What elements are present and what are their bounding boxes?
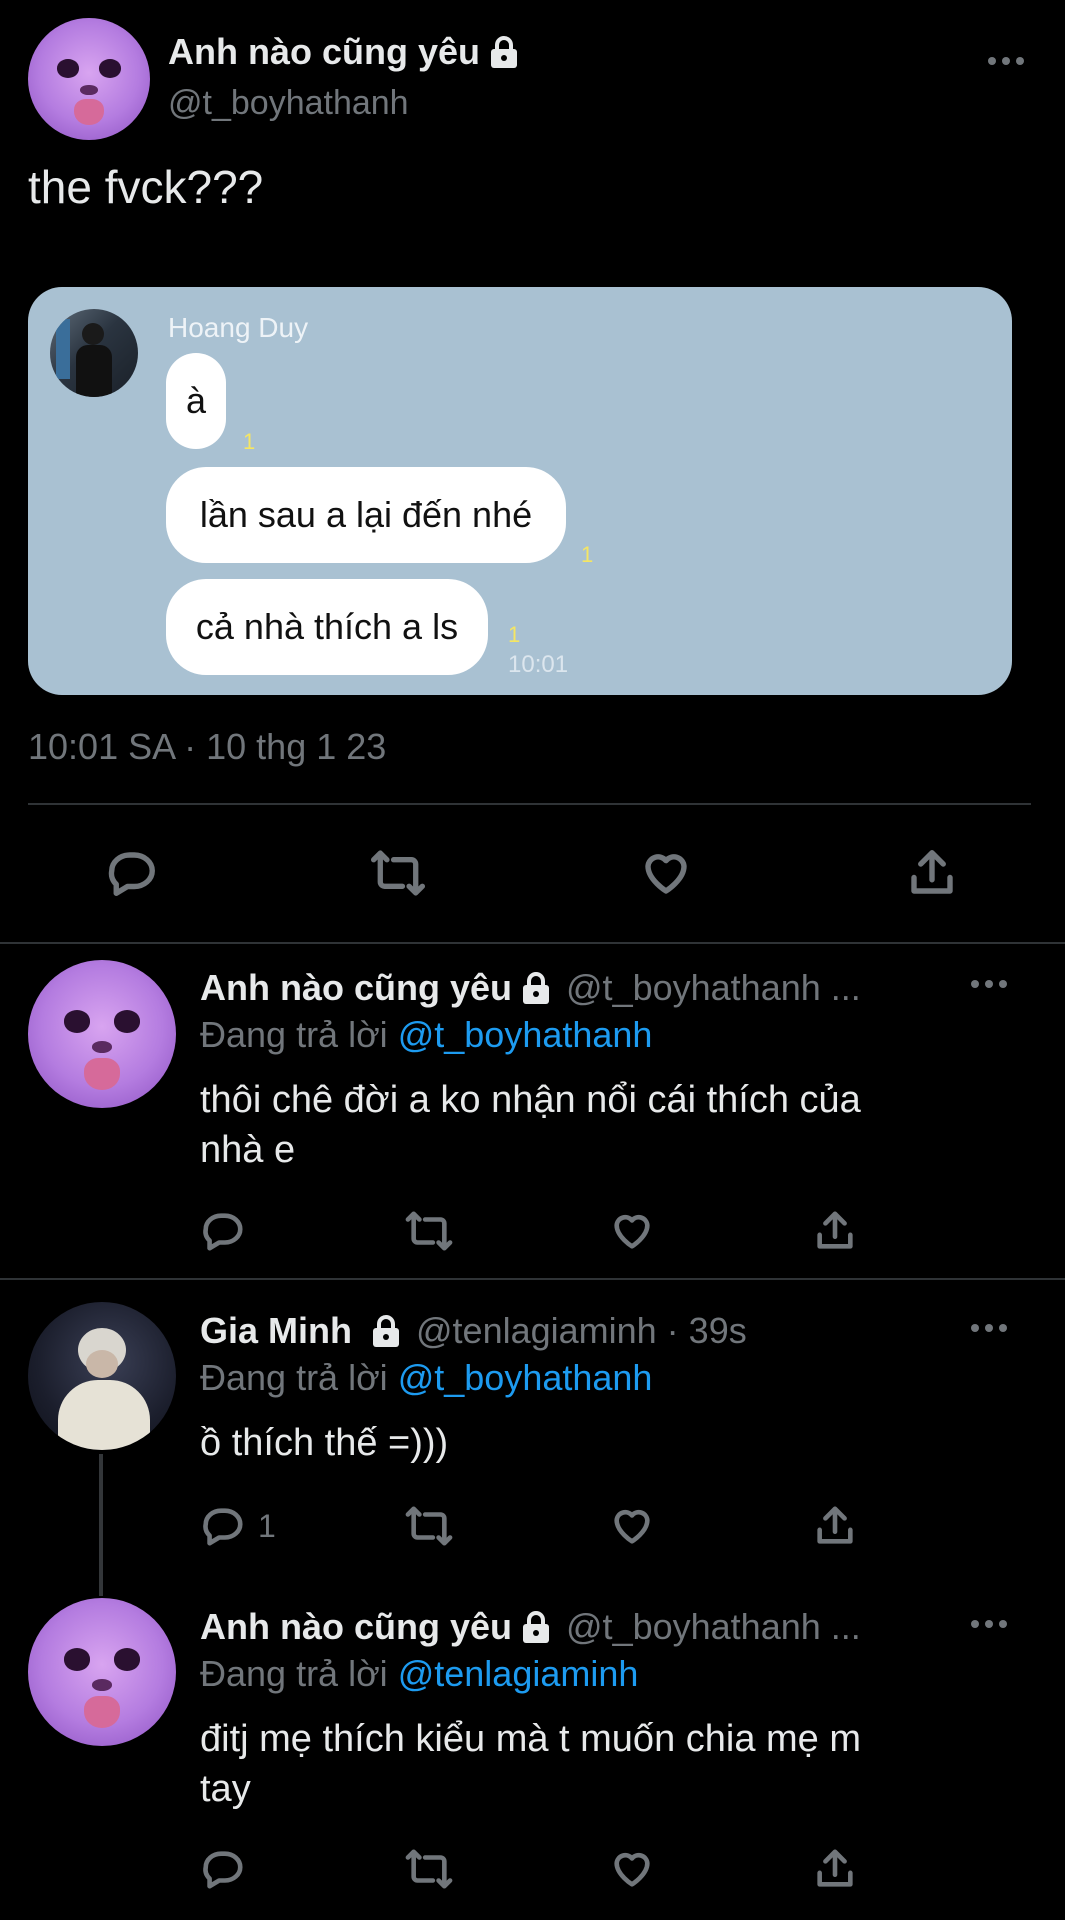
author-meta[interactable]: @t_boyhathanh ... <box>566 967 861 1009</box>
like-icon <box>614 1509 650 1544</box>
more-icon[interactable] <box>970 978 1008 990</box>
mention-link[interactable]: @t_boyhathanh <box>398 1357 653 1398</box>
author-name[interactable]: Anh nào cũng yêu <box>200 1606 512 1648</box>
share-button[interactable] <box>905 846 959 900</box>
share-icon <box>817 1849 853 1887</box>
reply-icon <box>203 1213 243 1251</box>
reply-text-line: tay <box>200 1768 251 1810</box>
mention-link[interactable]: @t_boyhathanh <box>398 1014 653 1055</box>
like-icon <box>614 1214 650 1249</box>
reply-header: Anh nào cũng yêu @t_boyhathanh ... <box>200 966 960 1010</box>
sender-name: Hoang Duy <box>168 312 309 343</box>
reply-text: đitj mẹ thích kiểu mà t muốn chia mẹ m t… <box>200 1714 861 1814</box>
reply-text-line: nhà e <box>200 1129 296 1171</box>
chat-message: lần sau a lại đến nhé <box>199 494 533 535</box>
read-count: 1 <box>243 429 256 454</box>
divider <box>0 942 1065 944</box>
lock-icon <box>370 1314 402 1348</box>
like-icon <box>614 1852 650 1887</box>
author-meta[interactable]: @t_boyhathanh ... <box>566 1606 861 1648</box>
replying-label: Đang trả lời <box>200 1357 388 1398</box>
author-avatar[interactable] <box>28 1598 176 1746</box>
retweet-icon <box>405 1211 453 1251</box>
reply-icon <box>203 1508 243 1546</box>
author-meta[interactable]: @tenlagiaminh · 39s <box>416 1310 747 1352</box>
share-icon <box>817 1506 853 1544</box>
message-time: 10:01 <box>508 651 569 678</box>
more-icon[interactable] <box>970 1618 1008 1630</box>
reply-text-line: ồ thích thế =))) <box>200 1422 449 1464</box>
sender-avatar <box>50 309 138 397</box>
author-avatar[interactable] <box>28 18 150 140</box>
like-button[interactable] <box>608 1208 656 1254</box>
tweet-timestamp[interactable]: 10:01 SA · 10 thg 1 23 <box>28 726 386 768</box>
divider <box>28 803 1031 805</box>
reply-button[interactable] <box>105 846 159 900</box>
share-button[interactable] <box>812 1208 858 1254</box>
reply-text-line: thôi chê đời a ko nhận nổi cái thích của <box>200 1079 861 1121</box>
lock-icon <box>488 35 520 69</box>
author-name[interactable]: Anh nào cũng yêu <box>200 967 512 1009</box>
reply-icon <box>203 1851 243 1889</box>
share-icon <box>911 850 953 894</box>
lock-icon <box>520 971 552 1005</box>
attached-image[interactable]: Hoang Duy à 1 lần sau a lại đến nhé 1 cả… <box>28 287 1012 695</box>
tweet-text: the fvck??? <box>28 161 264 213</box>
author-avatar[interactable] <box>28 1302 176 1450</box>
reply-button[interactable] <box>200 1208 246 1254</box>
retweet-button[interactable] <box>367 846 429 900</box>
replying-to: Đang trả lời @t_boyhathanh <box>200 1357 652 1399</box>
share-button[interactable] <box>812 1503 858 1549</box>
reply-text: thôi chê đời a ko nhận nổi cái thích của… <box>200 1075 861 1175</box>
reply-text: ồ thích thế =))) <box>200 1418 448 1468</box>
author-name-row: Anh nào cũng yêu <box>168 31 520 73</box>
like-button[interactable] <box>638 846 694 900</box>
retweet-button[interactable] <box>402 1503 456 1549</box>
mention-link[interactable]: @tenlagiaminh <box>398 1653 639 1694</box>
author-name[interactable]: Anh nào cũng yêu <box>168 31 480 73</box>
chat-bubble: cả nhà thích a ls <box>166 579 488 675</box>
replying-label: Đang trả lời <box>200 1653 388 1694</box>
like-icon <box>645 854 687 894</box>
like-button[interactable] <box>608 1503 656 1549</box>
replying-to: Đang trả lời @t_boyhathanh <box>200 1014 652 1056</box>
chat-bubble: à <box>166 353 226 449</box>
retweet-icon <box>405 1506 453 1546</box>
reply-header: Anh nào cũng yêu @t_boyhathanh ... <box>200 1605 960 1649</box>
share-icon <box>817 1211 853 1249</box>
lock-icon <box>520 1610 552 1644</box>
replying-label: Đang trả lời <box>200 1014 388 1055</box>
retweet-button[interactable] <box>402 1846 456 1892</box>
retweet-icon <box>405 1849 453 1889</box>
like-button[interactable] <box>608 1846 656 1892</box>
retweet-button[interactable] <box>402 1208 456 1254</box>
author-handle[interactable]: @t_boyhathanh <box>168 84 409 123</box>
reply-header: Gia Minh @tenlagiaminh · 39s <box>200 1309 960 1353</box>
reply-text-line: đitj mẹ thích kiểu mà t muốn chia mẹ m <box>200 1718 862 1760</box>
more-icon[interactable] <box>970 1322 1008 1334</box>
chat-message: à <box>185 380 207 421</box>
chat-bubble: lần sau a lại đến nhé <box>166 467 566 563</box>
more-icon[interactable] <box>986 54 1026 68</box>
chat-message: cả nhà thích a ls <box>195 606 459 647</box>
author-avatar[interactable] <box>28 960 176 1108</box>
read-count: 1 <box>508 622 521 647</box>
thread-line <box>99 1454 103 1596</box>
reply-count: 1 <box>258 1507 276 1544</box>
reply-icon <box>108 852 155 896</box>
reply-button[interactable]: 1 <box>200 1503 276 1549</box>
retweet-icon <box>370 850 426 896</box>
reply-button[interactable] <box>200 1846 246 1892</box>
replying-to: Đang trả lời @tenlagiaminh <box>200 1653 638 1695</box>
share-button[interactable] <box>812 1846 858 1892</box>
divider <box>0 1278 1065 1280</box>
read-count: 1 <box>581 542 594 567</box>
author-name[interactable]: Gia Minh <box>200 1310 352 1352</box>
